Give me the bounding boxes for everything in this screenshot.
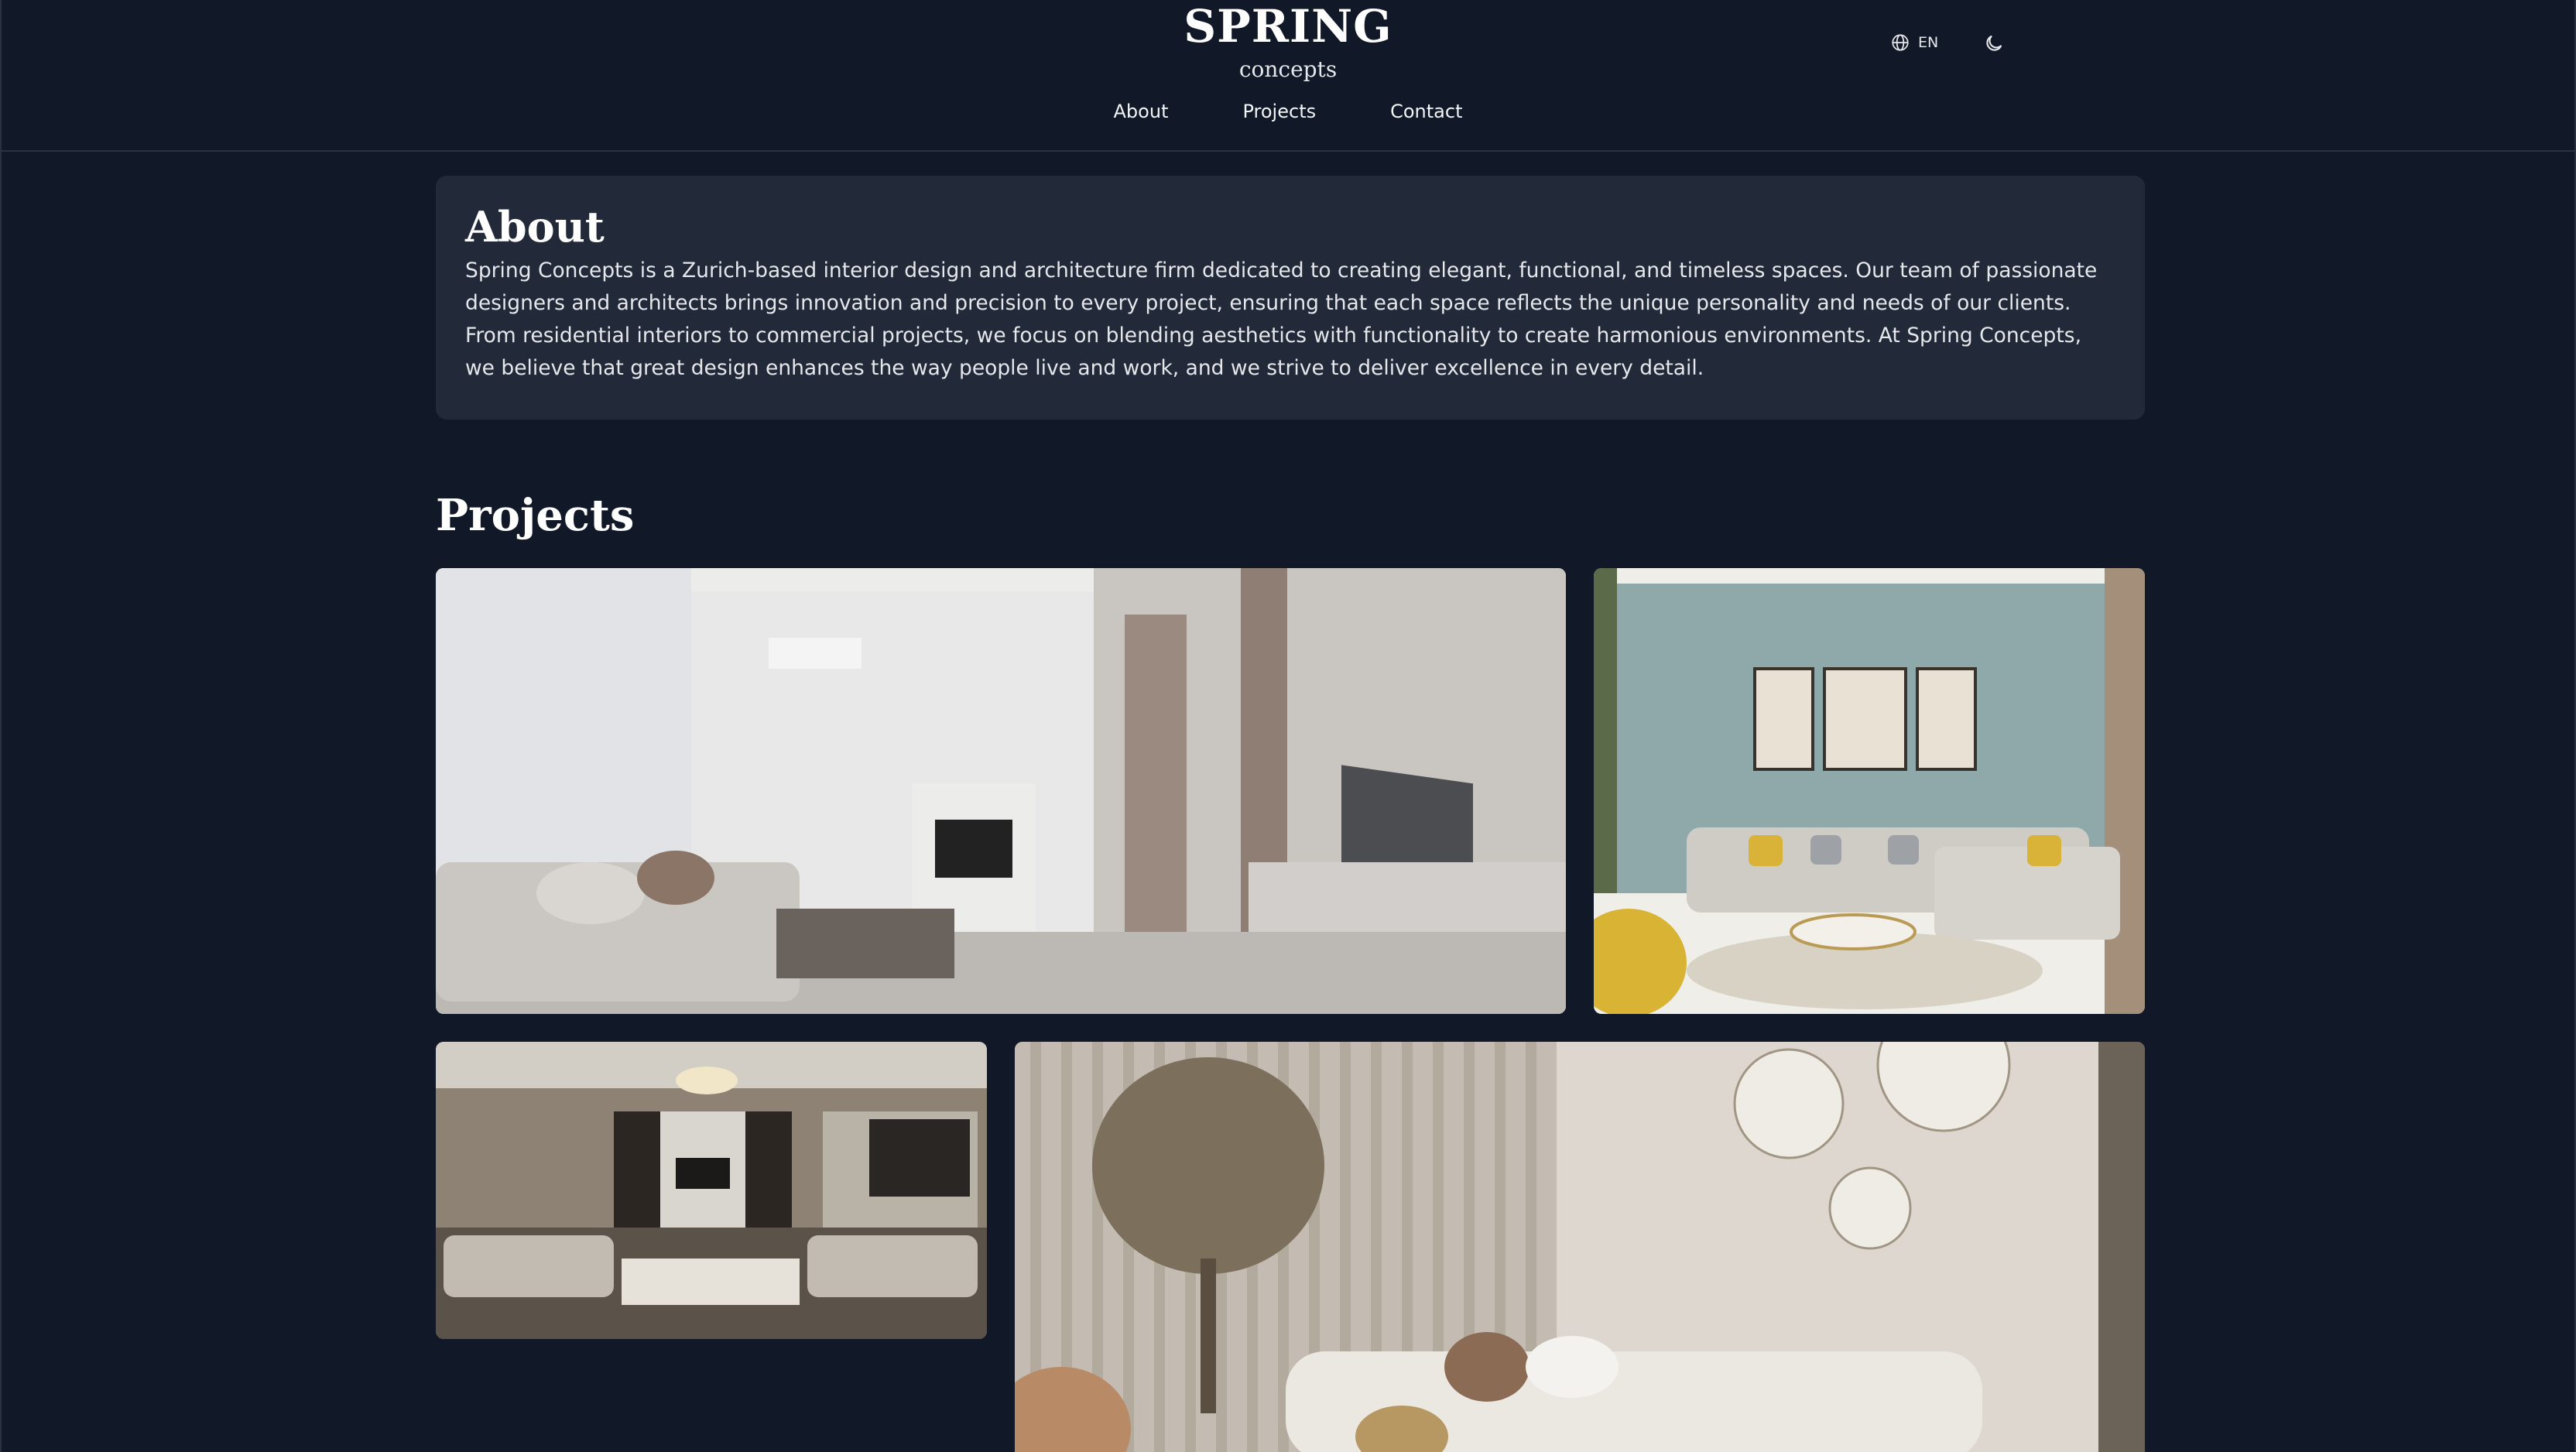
project-image-lounge-bookshelf[interactable] xyxy=(436,1042,987,1339)
moon-icon[interactable] xyxy=(1983,33,2005,54)
about-description: Spring Concepts is a Zurich-based interi… xyxy=(465,259,2098,380)
brand-title: SPRING xyxy=(1184,0,1392,53)
language-code: EN xyxy=(1918,34,1939,51)
about-heading: About xyxy=(465,202,605,252)
project-image-teal-living-room[interactable] xyxy=(1594,568,2145,1014)
site-header: SPRING concepts About Projects Contact E… xyxy=(2,0,2574,152)
project-image-neutral-panelled-room[interactable] xyxy=(1015,1042,2145,1452)
about-section: About Spring Concepts is a Zurich-based … xyxy=(436,176,2145,420)
language-switcher[interactable]: EN xyxy=(1890,33,1938,53)
brand-subtitle: concepts xyxy=(1238,57,1338,82)
main-nav: About Projects Contact xyxy=(2,98,2574,125)
projects-heading: Projects xyxy=(436,490,635,541)
nav-contact-link[interactable]: Contact xyxy=(1353,98,1499,125)
nav-projects-link[interactable]: Projects xyxy=(1205,98,1353,125)
page: SPRING concepts About Projects Contact E… xyxy=(0,0,2576,1452)
globe-icon xyxy=(1892,34,1909,51)
brand-logo[interactable]: SPRING concepts xyxy=(2,0,2574,85)
project-image-living-room-tv[interactable] xyxy=(436,568,1566,1014)
nav-about-link[interactable]: About xyxy=(1077,98,1206,125)
